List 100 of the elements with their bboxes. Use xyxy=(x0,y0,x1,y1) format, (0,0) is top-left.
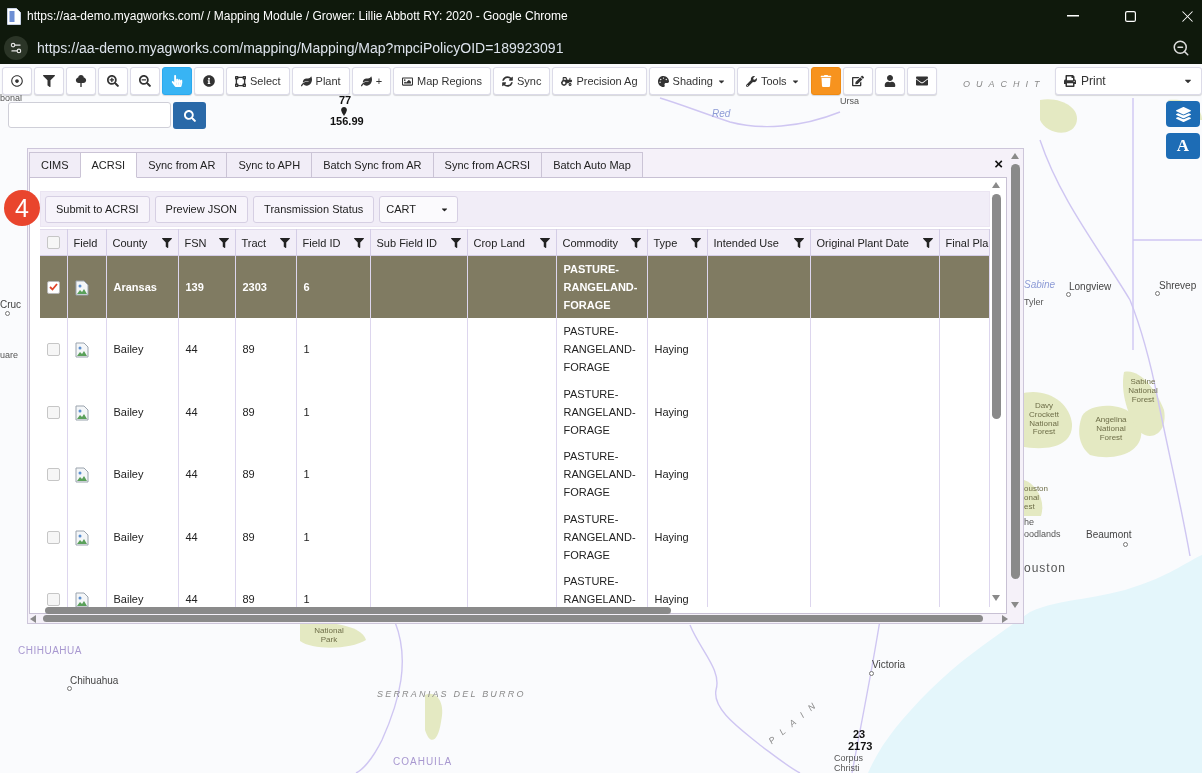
submit-button[interactable]: Submit to ACRSI xyxy=(45,195,150,223)
scroll-up-icon[interactable] xyxy=(992,182,1000,188)
table-cell: 44 xyxy=(178,443,235,506)
table-cell: Haying xyxy=(647,443,707,506)
forest-label: est xyxy=(1024,503,1035,512)
add-plant-button[interactable]: + xyxy=(351,67,392,95)
filter-icon[interactable] xyxy=(690,237,701,248)
search-field[interactable] xyxy=(8,102,171,128)
hand-pointer-icon xyxy=(171,75,183,87)
cart-select[interactable]: CART xyxy=(379,195,459,223)
tab[interactable]: Sync from AR xyxy=(136,152,228,177)
edit-button[interactable] xyxy=(842,67,873,95)
forest-area xyxy=(1040,99,1077,133)
scrollbar-thumb[interactable] xyxy=(991,194,1001,419)
scroll-up-icon[interactable] xyxy=(1011,153,1019,159)
select-button[interactable]: Select xyxy=(226,67,290,95)
city-label: Longview xyxy=(1069,281,1112,292)
scrollbar-thumb[interactable] xyxy=(45,606,671,614)
city-label: Victoria xyxy=(872,659,906,670)
filter-button[interactable] xyxy=(34,67,64,95)
precision-ag-button[interactable]: Precision Ag xyxy=(552,67,647,95)
filter-icon[interactable] xyxy=(922,237,933,248)
checkbox[interactable] xyxy=(46,405,60,419)
table-row[interactable]: Aransas 139 2303 6 PASTURE-RANGELAND-FORAGE xyxy=(40,255,989,318)
tab[interactable]: ACRSI xyxy=(79,152,138,178)
scroll-down-icon[interactable] xyxy=(1011,602,1019,608)
tab[interactable]: Batch Sync from AR xyxy=(311,152,434,177)
picture-icon xyxy=(402,75,414,87)
printer-icon xyxy=(1064,75,1076,87)
table-row[interactable]: Bailey 44 89 1 PASTURE-RANGELAND-FORAGE Haying xyxy=(40,318,989,381)
broken-image-icon xyxy=(74,404,89,421)
tab[interactable]: Sync to APH xyxy=(226,152,313,177)
window-title: https://aa-demo.myagworks.com/ / Mapping Module / Grower: Lillie Abbott RY: 2020 - Google Chrome xyxy=(27,9,568,23)
scroll-down-icon[interactable] xyxy=(992,595,1000,601)
maximize-icon xyxy=(1124,10,1136,22)
filter-icon[interactable] xyxy=(630,237,641,248)
plant-button[interactable]: Plant xyxy=(291,67,350,95)
locate-button[interactable] xyxy=(2,67,32,95)
forest-label: Sabine National Forest xyxy=(1127,378,1159,405)
tree-button[interactable] xyxy=(66,67,96,95)
filter-icon[interactable] xyxy=(539,237,550,248)
tools-menu-button[interactable]: Tools xyxy=(736,67,809,95)
filter-icon[interactable] xyxy=(353,237,364,248)
filter-icon[interactable] xyxy=(450,237,461,248)
layers-icon xyxy=(1175,106,1191,122)
map-marker-value: 23 xyxy=(853,729,866,740)
tractor-icon xyxy=(561,75,573,87)
preview-json-button[interactable]: Preview JSON xyxy=(154,195,249,223)
site-info-button[interactable] xyxy=(4,36,28,60)
city-label: Beaumont xyxy=(1086,529,1132,540)
transmission-status-button[interactable]: Transmission Status xyxy=(253,195,375,223)
checkbox[interactable] xyxy=(46,468,60,482)
checkbox[interactable] xyxy=(46,280,60,294)
address-bar-url[interactable]: https://aa-demo.myagworks.com/mapping/Mapping/Map?mpciPolicyOID=189923091 xyxy=(37,40,564,56)
terrain-label: OUACHIT xyxy=(963,79,1046,89)
scroll-left-icon[interactable] xyxy=(30,614,36,623)
filter-icon[interactable] xyxy=(793,237,804,248)
filter-icon[interactable] xyxy=(161,237,172,248)
checkbox[interactable] xyxy=(46,236,60,250)
forest-label: Angelina National Forest xyxy=(1094,416,1128,443)
zoom-button[interactable] xyxy=(1172,39,1190,57)
zoom-in-button[interactable] xyxy=(98,67,128,95)
info-button[interactable] xyxy=(194,67,224,95)
table-cell: 1 xyxy=(296,443,370,506)
tab[interactable]: Batch Auto Map xyxy=(541,152,643,177)
checkbox[interactable] xyxy=(46,343,60,357)
close-button[interactable]: × xyxy=(990,156,1007,171)
mail-button[interactable] xyxy=(906,67,937,95)
sliders-icon xyxy=(9,41,23,55)
sync-button[interactable]: Sync xyxy=(492,67,551,95)
checkbox[interactable] xyxy=(46,593,60,607)
tab[interactable]: CIMS xyxy=(29,152,81,177)
filter-icon[interactable] xyxy=(218,237,229,248)
checkbox[interactable] xyxy=(46,530,60,544)
map-marker-value: 2173 xyxy=(848,741,873,752)
forest-label: Davy Crockett National Forest xyxy=(1028,402,1060,438)
leaf-icon xyxy=(300,75,312,87)
map-regions-button[interactable]: Map Regions xyxy=(393,67,491,95)
table-cell: 89 xyxy=(235,443,296,506)
search-button[interactable] xyxy=(173,102,206,129)
map-marker-value: 156.99 xyxy=(330,116,364,127)
scroll-right-icon[interactable] xyxy=(1002,614,1008,623)
print-menu-button[interactable]: Print xyxy=(1055,67,1202,95)
user-button[interactable] xyxy=(874,67,905,95)
zoom-out-button[interactable] xyxy=(130,67,160,95)
layers-button[interactable] xyxy=(1166,101,1200,127)
target-icon xyxy=(11,75,23,87)
forest-label: National Park xyxy=(313,627,345,645)
place-label: he xyxy=(1024,517,1034,527)
scrollbar-thumb[interactable] xyxy=(1010,164,1020,579)
label-toggle-button[interactable]: A xyxy=(1166,133,1200,159)
sync-icon xyxy=(501,75,513,87)
scrollbar-thumb[interactable] xyxy=(43,615,983,622)
tab[interactable]: Sync from ACRSI xyxy=(432,152,543,177)
shading-menu-button[interactable]: Shading xyxy=(648,67,735,95)
place-label: uare xyxy=(0,350,18,360)
filter-icon[interactable] xyxy=(279,237,290,248)
column-header[interactable]: FSN xyxy=(184,236,207,249)
user-icon xyxy=(883,75,896,87)
checkmark-icon xyxy=(48,283,58,292)
